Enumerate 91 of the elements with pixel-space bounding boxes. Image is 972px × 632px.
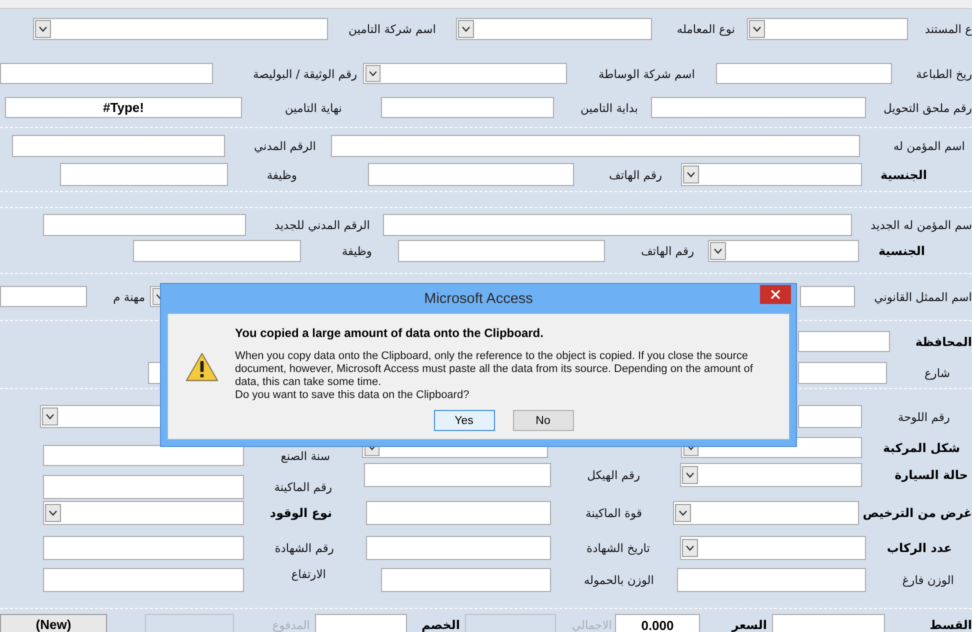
field-label: رقم الماكينة xyxy=(273,479,332,496)
text-field[interactable] xyxy=(364,463,551,487)
field-label: رقم الهاتف xyxy=(608,166,662,184)
field-label: اسم شركة التامين xyxy=(348,21,436,38)
text-field[interactable] xyxy=(43,475,244,499)
field-label: بداية التامين xyxy=(579,100,638,117)
field-label: وظيفة xyxy=(340,243,372,260)
close-icon[interactable] xyxy=(760,285,791,304)
field-label: نوع المعامله xyxy=(676,21,735,38)
field-label: الوزن فارغ xyxy=(901,572,954,589)
text-field[interactable] xyxy=(772,614,885,632)
text-field[interactable] xyxy=(398,240,605,262)
chevron-icon[interactable] xyxy=(42,407,58,426)
field-label: شارع xyxy=(923,365,950,382)
text-field[interactable] xyxy=(383,214,852,236)
chevron-icon[interactable] xyxy=(710,242,726,260)
field-label: وظيفة xyxy=(266,166,297,184)
field-label: ريخ الطباعة xyxy=(915,66,972,83)
text-field[interactable] xyxy=(12,135,225,157)
field-label: سم المؤمن له الجديد xyxy=(869,217,972,234)
chevron-icon[interactable] xyxy=(682,465,698,485)
text-field[interactable] xyxy=(798,362,887,384)
text-field[interactable] xyxy=(43,445,244,466)
field-label: الخصم xyxy=(420,617,460,632)
text-field[interactable] xyxy=(677,568,866,592)
text-field[interactable] xyxy=(798,331,890,352)
text-field[interactable] xyxy=(798,405,862,428)
text-field[interactable] xyxy=(315,614,407,632)
field-label: عدد الركاب xyxy=(886,540,952,557)
field-label: شكل المركبة xyxy=(882,440,960,457)
text-field[interactable] xyxy=(43,568,244,592)
field-label: نهاية التامين xyxy=(284,100,342,117)
text-field[interactable] xyxy=(331,135,860,157)
chevron-icon[interactable] xyxy=(675,503,691,523)
dialog-heading: You copied a large amount of data onto the Clipboard. xyxy=(235,326,544,340)
field-label: تاريخ الشهادة xyxy=(586,540,650,557)
text-field[interactable] xyxy=(0,63,213,84)
field-label: اسم شركة الوساطة xyxy=(597,66,695,83)
text-field[interactable] xyxy=(381,97,554,118)
chevron-icon[interactable] xyxy=(365,65,381,82)
text-field[interactable]: 0.000 xyxy=(615,614,700,632)
text-field[interactable] xyxy=(43,536,244,560)
dialog-button[interactable]: Yes xyxy=(434,410,494,431)
chevron-icon[interactable] xyxy=(683,165,699,184)
text-field[interactable] xyxy=(716,63,892,84)
field-label: ع المستند xyxy=(924,21,972,38)
field-label: رقم الهاتف xyxy=(640,243,694,260)
field-label: رقم الوثيقة / البوليصة xyxy=(252,66,357,83)
text-field[interactable] xyxy=(381,568,551,592)
dialog-message: When you copy data onto the Clipboard, only the reference to the object is copied. If you close the source document, however, Microsoft Access must paste all the data from its source. Depending on the amount of data, this can take some time. xyxy=(235,350,754,389)
field-label: رقم الشهادة xyxy=(274,540,334,557)
chevron-icon[interactable] xyxy=(458,20,474,38)
field-label: الارتفاع xyxy=(290,566,326,583)
field-label: رقم ملحق التحويل xyxy=(882,100,972,117)
dialog-button[interactable]: No xyxy=(512,410,574,431)
field-label: اسم الممثل القانوني xyxy=(873,288,972,306)
chevron-icon[interactable] xyxy=(749,20,765,38)
text-field[interactable] xyxy=(366,536,551,560)
text-field[interactable] xyxy=(368,163,574,186)
field-label: اسم المؤمن له xyxy=(892,138,965,155)
new-button[interactable]: (New) xyxy=(0,614,107,632)
dialog-title: Microsoft Access xyxy=(424,290,533,306)
field-label: غرض من الترخيص xyxy=(862,505,972,522)
text-field[interactable] xyxy=(651,97,866,118)
field-label: الرقم المدني للجديد xyxy=(273,217,370,234)
field-label: السعر xyxy=(730,617,767,632)
text-field[interactable] xyxy=(60,163,228,186)
text-field[interactable] xyxy=(800,286,855,307)
field-label: القسط xyxy=(928,617,972,632)
text-field[interactable] xyxy=(133,240,301,262)
field-label: نوع الوقود xyxy=(268,505,332,522)
field-label: الوزن بالحموله xyxy=(582,572,654,589)
text-field[interactable] xyxy=(43,214,246,236)
field-label: الجنسية xyxy=(877,243,925,260)
warning-icon xyxy=(185,352,219,382)
field-label: الرقم المدني xyxy=(252,138,316,155)
field-label: مهنة م xyxy=(112,288,145,306)
dialog-question: Do you want to save this data on the Clipboard? xyxy=(235,389,470,402)
field-label: رقم اللوحة xyxy=(896,408,950,426)
field-label: الجنسية xyxy=(879,166,927,184)
text-field[interactable] xyxy=(366,501,551,525)
field-label: سنة الصنع xyxy=(280,448,330,465)
text-field[interactable] xyxy=(0,286,87,307)
field-label: قوة الماكينة xyxy=(584,505,642,522)
field-label: المحافظة xyxy=(914,334,972,350)
chevron-icon[interactable] xyxy=(35,20,51,38)
text-field[interactable]: #Type! xyxy=(5,97,242,118)
chevron-icon[interactable] xyxy=(682,538,698,558)
chevron-icon[interactable] xyxy=(45,503,61,523)
field-label: رقم الهيكل xyxy=(586,467,640,484)
field-label: حالة السيارة xyxy=(894,467,968,484)
